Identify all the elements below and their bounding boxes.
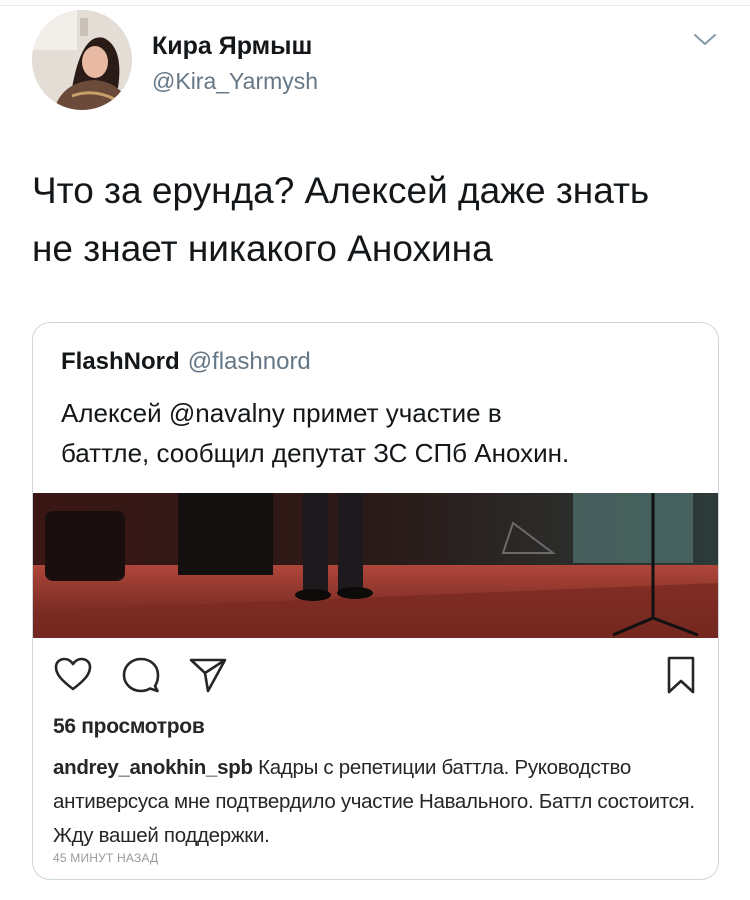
comment-icon[interactable] [121,655,161,695]
author-name[interactable]: Кира Ярмыш [152,32,312,61]
post-timestamp: 45 МИНУТ НАЗАД [53,851,159,865]
caption: andrey_anokhin_spb Кадры с репетиции бат… [53,751,703,853]
quoted-tweet-text: Алексей @navalny примет участие в баттле… [61,398,570,468]
quoted-tweet-header: FlashNord @flashnord [61,348,311,376]
tweet-text: Что за ерунда? Алексей даже знать не зна… [32,170,650,269]
bookmark-icon[interactable] [661,655,701,695]
tweet-header: Кира Ярмыш @Kira_Yarmysh [32,10,722,110]
avatar[interactable] [32,10,132,110]
author-handle[interactable]: @Kira_Yarmysh [152,68,318,95]
quoted-author-handle: @flashnord [187,348,311,375]
chevron-down-icon[interactable] [692,30,718,48]
top-divider [0,5,750,6]
instagram-actions [33,653,718,703]
heart-icon[interactable] [53,655,93,695]
share-icon[interactable] [188,655,228,695]
quoted-media-image[interactable] [33,493,718,638]
caption-username[interactable]: andrey_anokhin_spb [53,756,253,779]
quoted-author-name: FlashNord [61,348,180,375]
quoted-tweet-card[interactable]: FlashNord @flashnord Алексей @navalny при… [32,322,719,880]
views-count: 56 просмотров [53,715,205,738]
